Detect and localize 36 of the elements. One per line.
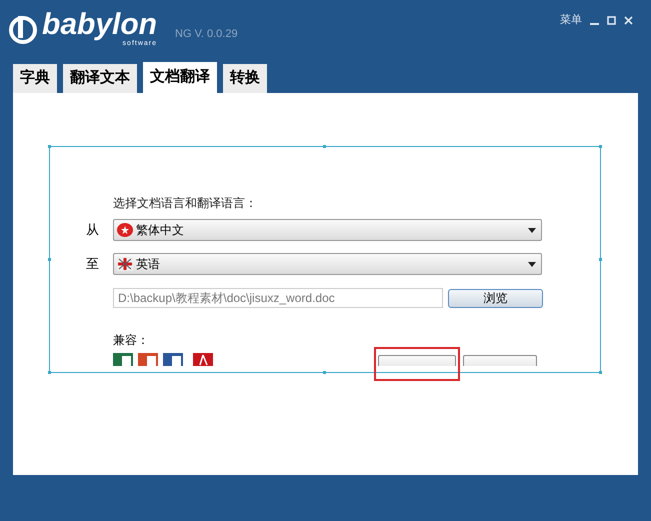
excel-icon — [113, 353, 133, 366]
resize-handle[interactable] — [599, 258, 602, 261]
version-label: NG V. 0.0.29 — [175, 27, 238, 42]
logo-text: babylon — [42, 10, 158, 40]
tab[interactable]: 翻译文本 — [63, 64, 137, 93]
language-dropdown[interactable]: 英语 — [113, 253, 542, 275]
resize-handle[interactable] — [599, 371, 602, 374]
resize-handle[interactable] — [48, 371, 51, 374]
resize-handle[interactable] — [323, 371, 326, 374]
prompt-label: 选择文档语言和翻译语言： — [113, 195, 258, 211]
logo-icon — [8, 14, 38, 44]
dropdown-value: 繁体中文 — [136, 222, 184, 239]
maximize-icon[interactable] — [607, 16, 616, 25]
pdf-icon — [193, 353, 213, 366]
tab[interactable]: 转换 — [223, 64, 267, 93]
close-icon[interactable] — [624, 16, 633, 25]
resize-handle[interactable] — [323, 145, 326, 148]
flag-icon — [117, 257, 133, 271]
powerpoint-icon — [138, 353, 158, 366]
menu-link[interactable]: 菜单 — [560, 12, 582, 28]
from-label: 从 — [86, 221, 100, 240]
to-label: 至 — [86, 255, 100, 274]
language-dropdown[interactable]: 繁体中文 — [113, 219, 542, 241]
file-path-field[interactable]: D:\backup\教程素材\doc\jisuxz_word.doc — [113, 288, 443, 308]
tab[interactable]: 文档翻译 — [143, 62, 217, 93]
compatible-label: 兼容： — [113, 332, 150, 348]
dropdown-value: 英语 — [136, 256, 160, 273]
resize-handle[interactable] — [599, 145, 602, 148]
flag-icon — [117, 223, 133, 237]
resize-handle[interactable] — [48, 258, 51, 261]
resize-handle[interactable] — [48, 145, 51, 148]
tab[interactable]: 字典 — [13, 64, 57, 93]
browse-button[interactable]: 浏览 — [448, 288, 543, 308]
caret-icon — [528, 262, 536, 266]
word-icon — [163, 353, 183, 366]
caret-icon — [528, 228, 536, 232]
